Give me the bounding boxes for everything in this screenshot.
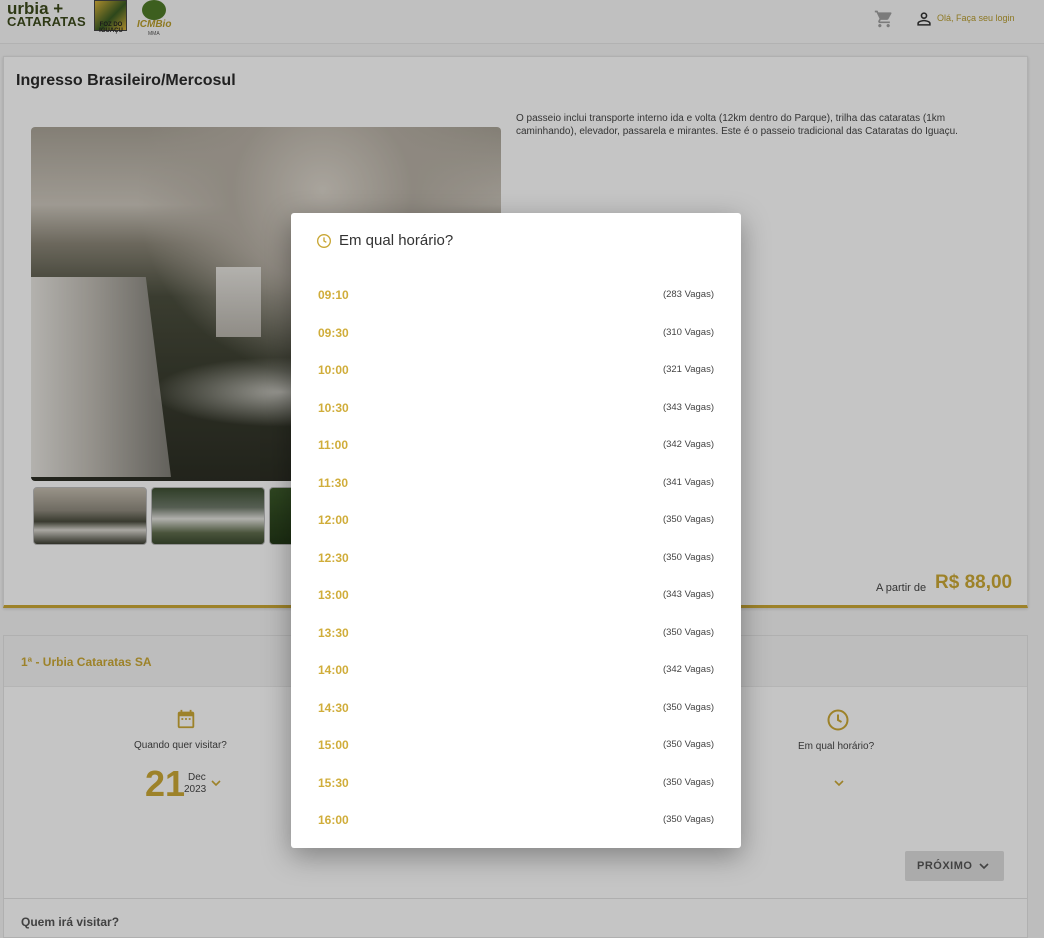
slot-vacancies: (343 Vagas) bbox=[662, 401, 714, 413]
time-slot-option[interactable]: 09:30 (310 Vagas) bbox=[291, 314, 741, 352]
slot-time: 09:10 bbox=[318, 288, 349, 302]
slot-time: 15:00 bbox=[318, 738, 349, 752]
slot-vacancies: (350 Vagas) bbox=[662, 626, 714, 638]
time-slot-option[interactable]: 13:30 (350 Vagas) bbox=[291, 614, 741, 652]
time-slot-dialog: Em qual horário? 09:10 (283 Vagas) 09:30… bbox=[291, 213, 741, 848]
slot-vacancies: (310 Vagas) bbox=[662, 326, 714, 338]
clock-icon bbox=[317, 234, 331, 248]
time-slot-option[interactable]: 15:30 (350 Vagas) bbox=[291, 764, 741, 802]
slot-vacancies: (350 Vagas) bbox=[662, 514, 714, 525]
slot-time: 09:30 bbox=[318, 325, 349, 340]
slot-time: 10:00 bbox=[318, 363, 349, 377]
slot-vacancies: (350 Vagas) bbox=[662, 701, 714, 713]
slot-time: 11:00 bbox=[318, 438, 349, 452]
slot-time: 12:30 bbox=[318, 550, 349, 565]
slot-vacancies: (350 Vagas) bbox=[662, 776, 714, 788]
slot-time: 11:30 bbox=[318, 475, 349, 490]
time-slot-option[interactable]: 16:00 (350 Vagas) bbox=[291, 801, 741, 839]
slot-time: 14:00 bbox=[318, 663, 349, 677]
time-slot-option[interactable]: 14:00 (342 Vagas) bbox=[291, 651, 741, 689]
slot-vacancies: (321 Vagas) bbox=[662, 364, 714, 375]
time-slot-option[interactable]: 09:10 (283 Vagas) bbox=[291, 276, 741, 314]
slot-time: 10:30 bbox=[318, 400, 349, 415]
slot-time: 12:00 bbox=[318, 513, 349, 527]
slot-vacancies: (350 Vagas) bbox=[662, 739, 714, 750]
time-slot-option[interactable]: 11:00 (342 Vagas) bbox=[291, 426, 741, 464]
slot-vacancies: (342 Vagas) bbox=[662, 439, 714, 450]
time-slot-option[interactable]: 12:00 (350 Vagas) bbox=[291, 501, 741, 539]
slot-time: 14:30 bbox=[318, 700, 349, 715]
time-slot-option[interactable]: 12:30 (350 Vagas) bbox=[291, 539, 741, 577]
time-slot-option[interactable]: 13:00 (343 Vagas) bbox=[291, 576, 741, 614]
slot-vacancies: (283 Vagas) bbox=[662, 289, 714, 300]
slot-vacancies: (341 Vagas) bbox=[662, 476, 714, 488]
slot-vacancies: (350 Vagas) bbox=[662, 814, 714, 825]
time-slot-option[interactable]: 10:30 (343 Vagas) bbox=[291, 389, 741, 427]
time-slot-list: 09:10 (283 Vagas) 09:30 (310 Vagas) 10:0… bbox=[291, 276, 741, 839]
slot-vacancies: (343 Vagas) bbox=[662, 589, 714, 600]
slot-time: 13:30 bbox=[318, 625, 349, 640]
time-slot-option[interactable]: 15:00 (350 Vagas) bbox=[291, 726, 741, 764]
time-slot-option[interactable]: 14:30 (350 Vagas) bbox=[291, 689, 741, 727]
slot-time: 13:00 bbox=[318, 588, 349, 602]
slot-vacancies: (342 Vagas) bbox=[662, 664, 714, 675]
slot-time: 15:30 bbox=[318, 775, 349, 790]
slot-time: 16:00 bbox=[318, 813, 349, 827]
time-slot-option[interactable]: 10:00 (321 Vagas) bbox=[291, 351, 741, 389]
slot-vacancies: (350 Vagas) bbox=[662, 551, 714, 563]
dialog-title: Em qual horário? bbox=[339, 232, 454, 249]
time-slot-option[interactable]: 11:30 (341 Vagas) bbox=[291, 464, 741, 502]
